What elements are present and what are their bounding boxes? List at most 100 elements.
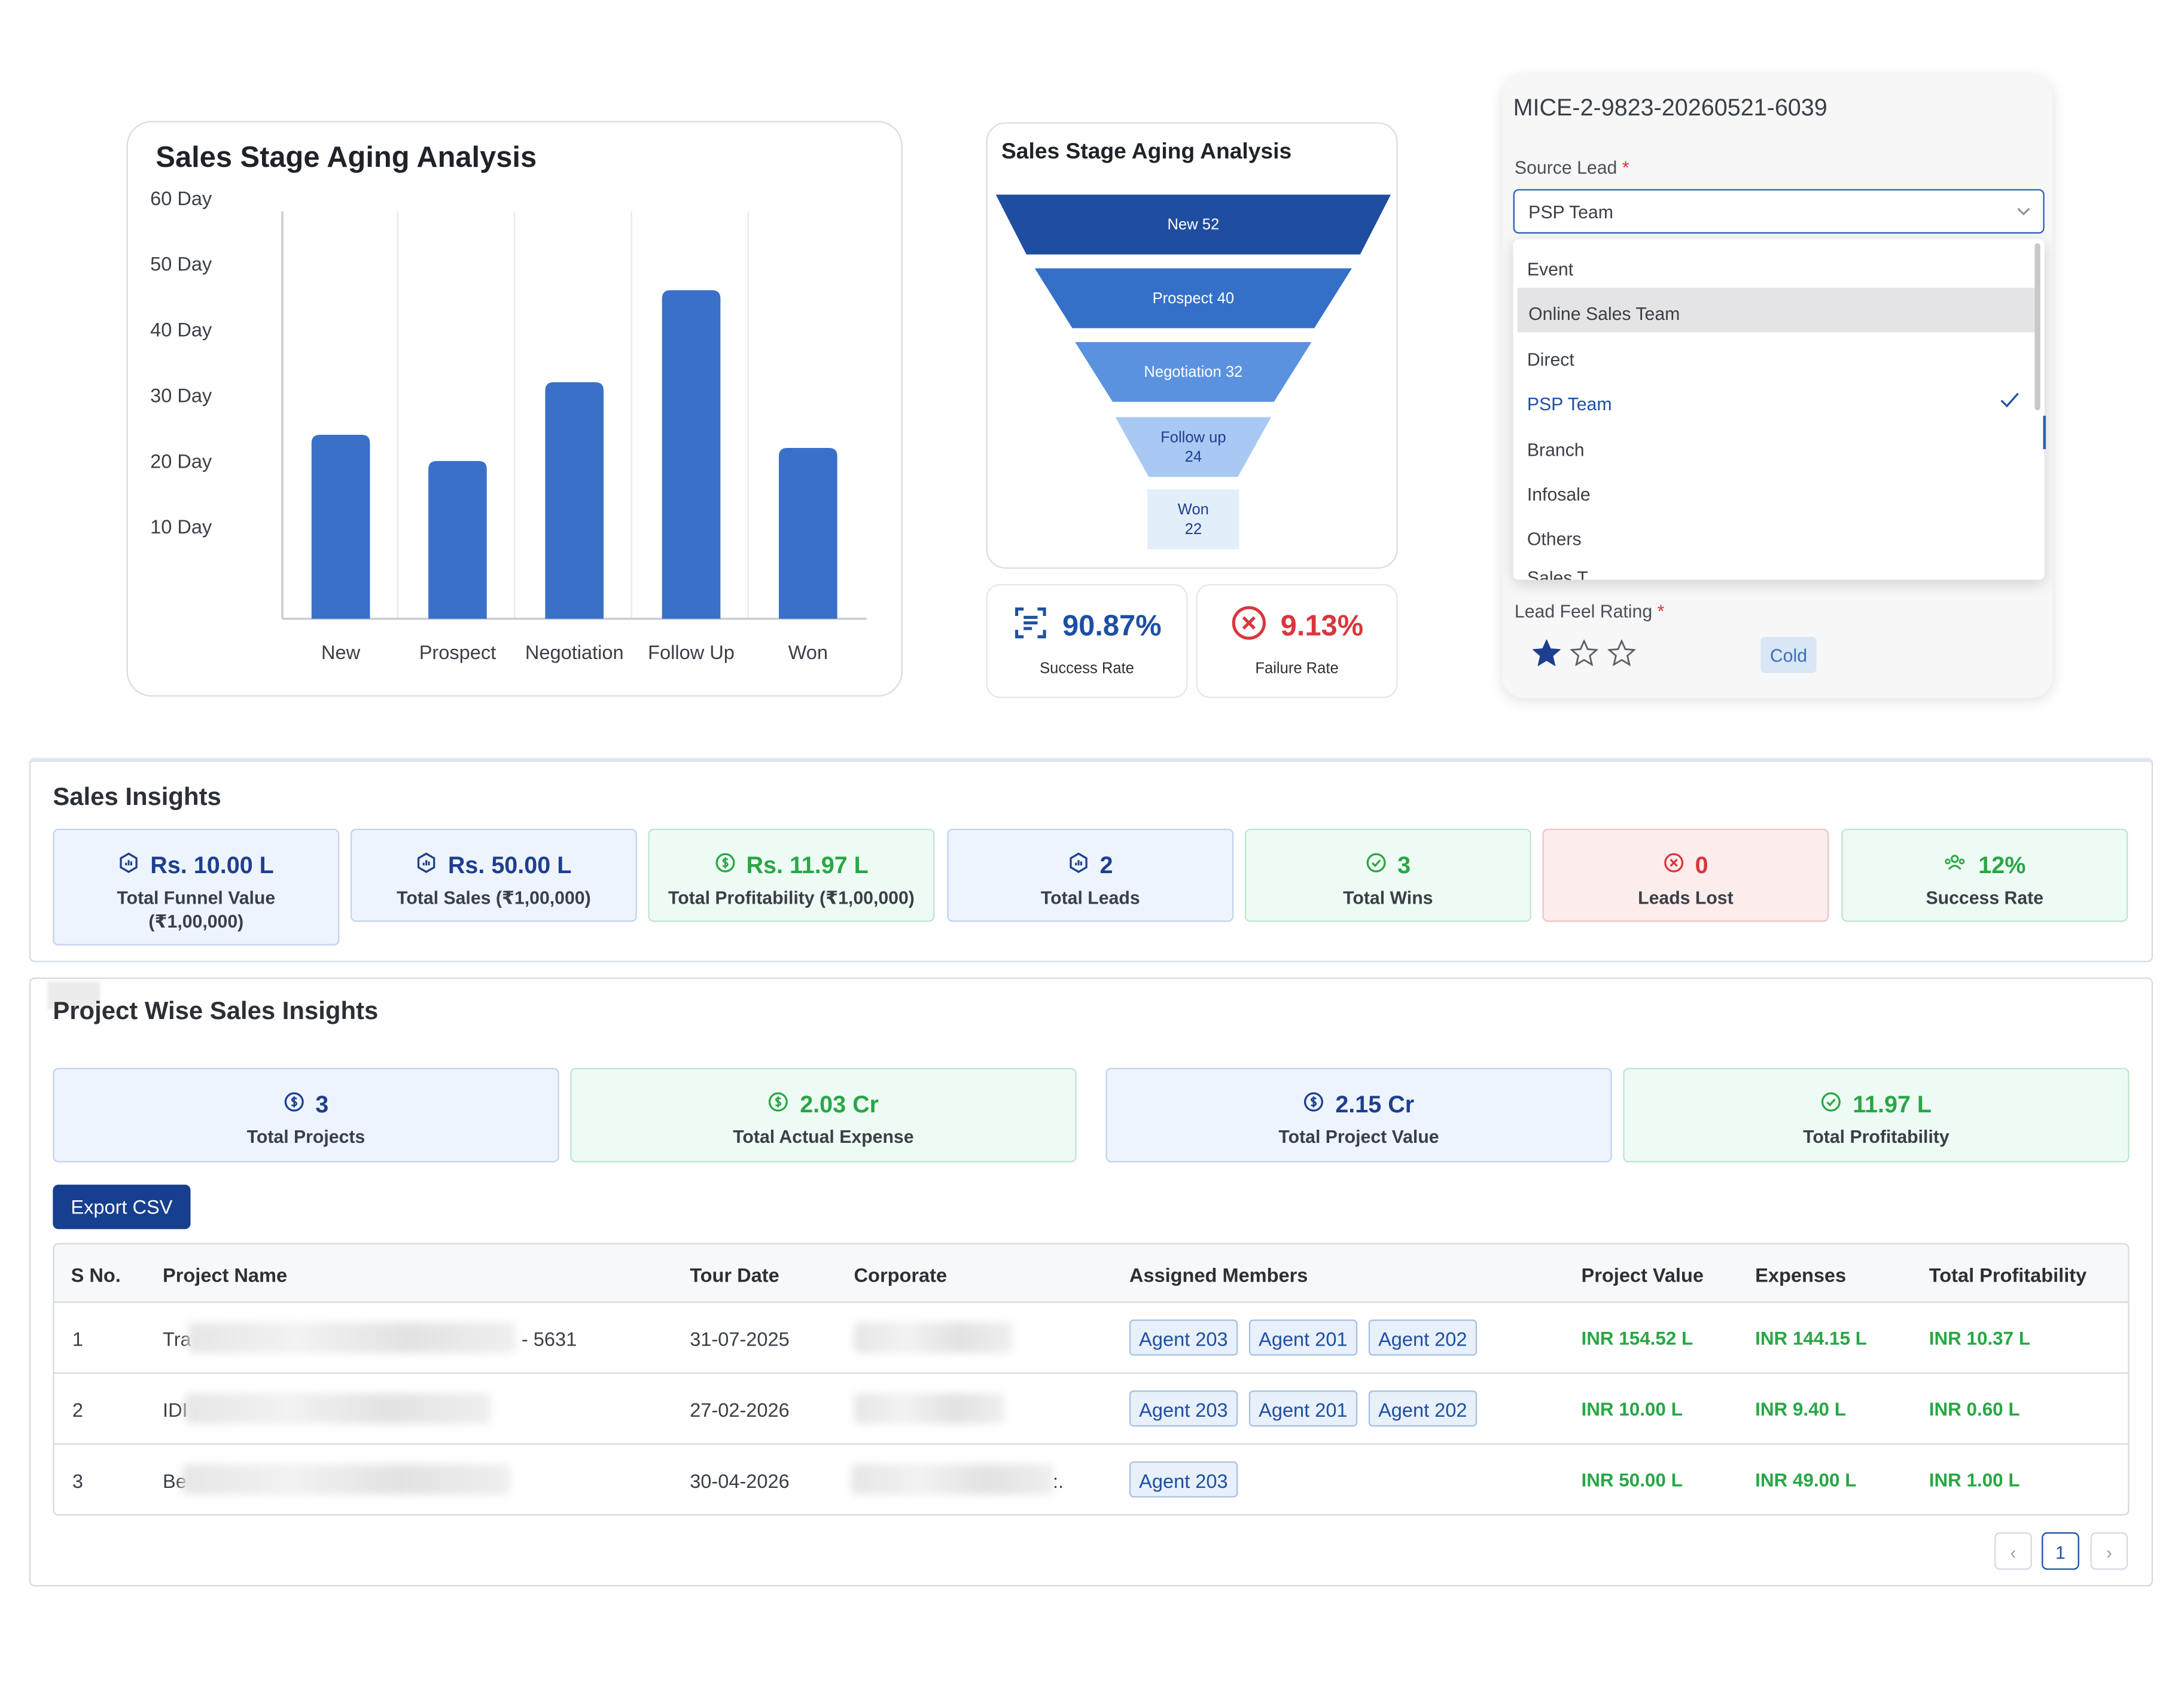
x-tick-label: Follow Up	[648, 642, 735, 663]
cell-tour-date: 30-04-2026	[690, 1469, 790, 1492]
dollar-circle-icon	[768, 1091, 789, 1120]
lead-id-title: MICE-2-9823-20260521-6039	[1513, 94, 1827, 121]
cell-corporate-suffix: :.	[1053, 1469, 1064, 1492]
pagination-next-button[interactable]: ›	[2090, 1532, 2128, 1570]
hexagon-chart-icon	[416, 852, 437, 880]
bar-follow-up[interactable]	[662, 290, 721, 619]
option-branch[interactable]: Branch	[1513, 424, 2031, 468]
funnel-stage-label: Negotiation 32	[1144, 364, 1242, 380]
x-tick-label: Negotiation	[525, 642, 624, 663]
sales-stat-value-row: 0	[1544, 852, 1827, 880]
star-rating[interactable]	[1532, 639, 1637, 673]
x-tick-label: Won	[788, 642, 828, 663]
project-stat-card: 2.15 Cr Total Project Value	[1105, 1068, 1612, 1163]
header-corporate: Corporate	[854, 1264, 948, 1286]
sales-insights-panel: Sales Insights Rs. 10.00 L Total Funnel V…	[29, 758, 2153, 962]
table-row[interactable]: 3 Be 30-04-2026:. Agent 203 INR 50.00 L INR 4…	[54, 1445, 2128, 1514]
bar-won[interactable]	[779, 447, 837, 619]
member-tag[interactable]: Agent 203	[1129, 1319, 1238, 1356]
star-empty-icon[interactable]	[1607, 639, 1637, 673]
option-psp-team-label: PSP Team	[1527, 393, 1612, 414]
sales-stat-value: Rs. 50.00 L	[447, 852, 572, 879]
option-sales-team-partial[interactable]: Sales T...	[1527, 568, 1601, 580]
y-tick-label: 60 Day	[150, 188, 212, 209]
y-tick-label: 30 Day	[150, 385, 212, 406]
chevron-down-icon	[2015, 202, 2032, 227]
sales-stat-value-row: 2	[949, 852, 1232, 880]
bar-negotiation[interactable]	[545, 382, 604, 619]
funnel-stage-3[interactable]	[1115, 417, 1272, 477]
sales-stat-card: 0 Leads Lost	[1542, 828, 1829, 922]
member-tag[interactable]: Agent 201	[1248, 1319, 1357, 1356]
bar-new[interactable]	[311, 434, 370, 619]
header-expenses: Expenses	[1755, 1264, 1847, 1286]
dashboard-canvas: Sales Stage Aging Analysis 10 Day 20 Day 3…	[0, 0, 2181, 1707]
cell-tour-date: 27-02-2026	[690, 1398, 790, 1422]
cell-project-name: Tra	[163, 1328, 191, 1350]
project-stat-card: 3 Total Projects	[53, 1068, 559, 1163]
pagination-page-1[interactable]: 1	[2042, 1532, 2079, 1570]
check-circle-icon	[1821, 1091, 1842, 1120]
source-lead-label: Source Lead *	[1514, 157, 1629, 178]
project-stat-value-row: 2.15 Cr	[1107, 1091, 1611, 1120]
sales-stat-value: 12%	[1978, 852, 2026, 879]
option-psp-team[interactable]: PSP Team	[1513, 378, 2031, 422]
source-lead-select[interactable]: PSP Team	[1513, 189, 2045, 234]
table-row[interactable]: 1 Tra - 5631 31-07-2025 Agent 203 Agent 201 Ag…	[54, 1303, 2128, 1374]
header-total-profitability: Total Profitability	[1929, 1264, 2087, 1286]
project-stat-card: 11.97 L Total Profitability	[1623, 1068, 2130, 1163]
member-tag[interactable]: Agent 202	[1368, 1390, 1477, 1427]
header-project-name: Project Name	[163, 1264, 288, 1286]
project-stat-value: 2.03 Cr	[800, 1091, 879, 1118]
sales-stat-card: Rs. 10.00 L Total Funnel Value (₹1,00,000…	[53, 828, 340, 946]
sales-stat-value-row: 3	[1246, 852, 1530, 880]
project-insights-title: Project Wise Sales Insights	[53, 997, 379, 1025]
option-online-sales-team[interactable]: Online Sales Team	[1517, 288, 2035, 333]
option-event[interactable]: Event	[1513, 243, 2031, 288]
dollar-circle-icon	[284, 1091, 304, 1120]
x-tick-label: New	[321, 642, 361, 663]
table-row[interactable]: 2 IDI 27-02-2026 Agent 203 Agent 201 Agent 20…	[54, 1374, 2128, 1445]
export-csv-button[interactable]: Export CSV	[53, 1184, 191, 1230]
x-tick-label: Prospect	[419, 642, 496, 663]
project-stat-label: Total Profitability	[1803, 1126, 1950, 1148]
member-tag[interactable]: Agent 201	[1248, 1390, 1357, 1427]
header-tour-date: Tour Date	[690, 1264, 779, 1286]
option-infosale[interactable]: Infosale	[1513, 469, 2031, 513]
star-empty-icon[interactable]	[1569, 639, 1599, 673]
lead-form-card: MICE-2-9823-20260521-6039 Source Lead * …	[1502, 75, 2053, 699]
star-filled-icon[interactable]	[1532, 639, 1561, 673]
dropdown-scrollbar[interactable]	[2034, 243, 2040, 410]
sales-stat-card: Rs. 50.00 L Total Sales (₹1,00,000)	[350, 828, 637, 922]
failure-rate-card: 9.13% Failure Rate	[1196, 584, 1398, 699]
sales-stat-value-row: Rs. 10.00 L	[54, 852, 338, 880]
redacted-project-name	[187, 1322, 516, 1353]
success-rate-label: Success Rate	[1040, 660, 1134, 678]
sales-stat-label: Leads Lost	[1638, 887, 1734, 908]
check-circle-icon	[1366, 852, 1387, 880]
sales-stat-card: Rs. 11.97 L Total Profitability (₹1,00,00…	[648, 828, 935, 922]
y-tick-label: 10 Day	[150, 516, 212, 538]
member-tag[interactable]: Agent 202	[1368, 1319, 1477, 1356]
table-header-row: S No. Project Name Tour Date Corporate A…	[54, 1244, 2128, 1303]
sales-stat-value: 0	[1695, 852, 1708, 879]
y-tick-label: 40 Day	[150, 319, 212, 341]
member-tag[interactable]: Agent 203	[1129, 1390, 1238, 1427]
option-others[interactable]: Others	[1513, 513, 2031, 557]
sales-stat-label: Success Rate	[1926, 887, 2044, 908]
x-circle-icon	[1663, 852, 1684, 880]
sales-insights-title: Sales Insights	[53, 782, 221, 811]
header-project-value: Project Value	[1581, 1264, 1704, 1286]
project-stat-card: 2.03 Cr Total Actual Expense	[570, 1068, 1077, 1163]
member-tag[interactable]: Agent 203	[1129, 1461, 1238, 1498]
hexagon-chart-icon	[118, 852, 139, 880]
funnel-stage-4[interactable]	[1147, 489, 1239, 550]
project-stat-value-row: 2.03 Cr	[572, 1091, 1076, 1120]
funnel-stage-label: New 52	[1168, 216, 1220, 233]
project-stat-value: 3	[315, 1091, 329, 1118]
pagination-prev-button[interactable]: ‹	[1994, 1532, 2032, 1570]
source-lead-dropdown: Event Online Sales Team Direct PSP Team …	[1513, 239, 2045, 580]
bar-prospect[interactable]	[428, 460, 487, 619]
sales-stat-label: Total Wins	[1343, 887, 1433, 908]
option-direct[interactable]: Direct	[1513, 334, 2031, 378]
